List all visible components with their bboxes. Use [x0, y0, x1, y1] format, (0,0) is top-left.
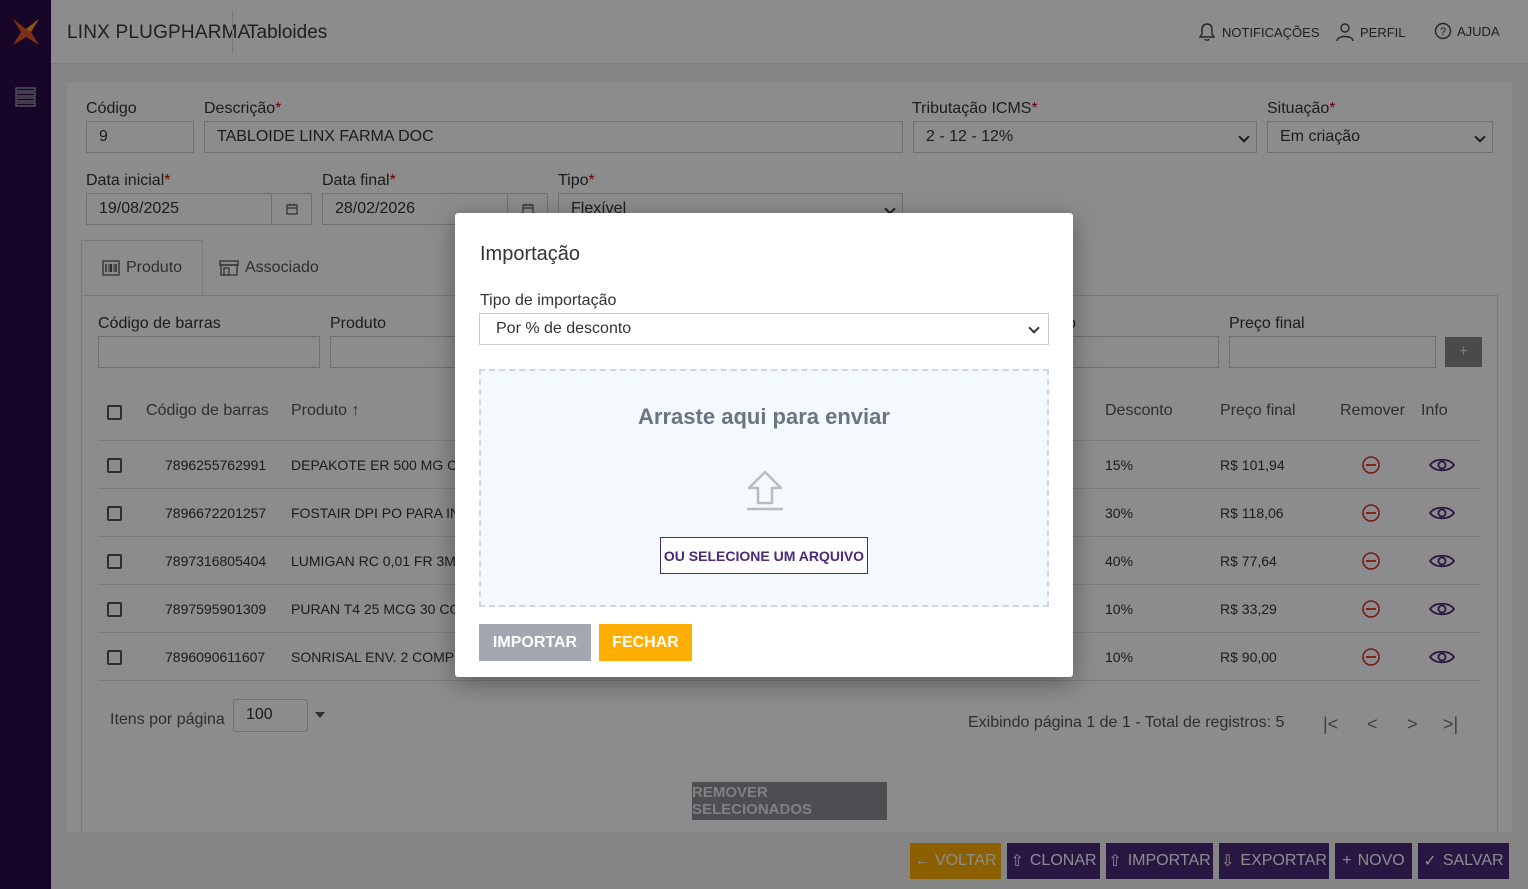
- upload-arrow-icon: [747, 470, 783, 511]
- select-file-button[interactable]: OU SELECIONE UM ARQUIVO: [660, 537, 868, 574]
- modal-title: Importação: [480, 243, 581, 265]
- import-type-label: Tipo de importação: [480, 292, 617, 309]
- modal-importar-button[interactable]: IMPORTAR: [479, 624, 591, 661]
- import-type-select[interactable]: Por % de desconto: [479, 313, 1049, 345]
- dropzone-text: Arraste aqui para enviar: [638, 404, 890, 429]
- modal-fechar-button[interactable]: FECHAR: [599, 624, 692, 661]
- import-modal: Importação Tipo de importação Por % de d…: [455, 213, 1073, 677]
- file-dropzone[interactable]: Arraste aqui para enviar OU SELECIONE UM…: [479, 369, 1049, 607]
